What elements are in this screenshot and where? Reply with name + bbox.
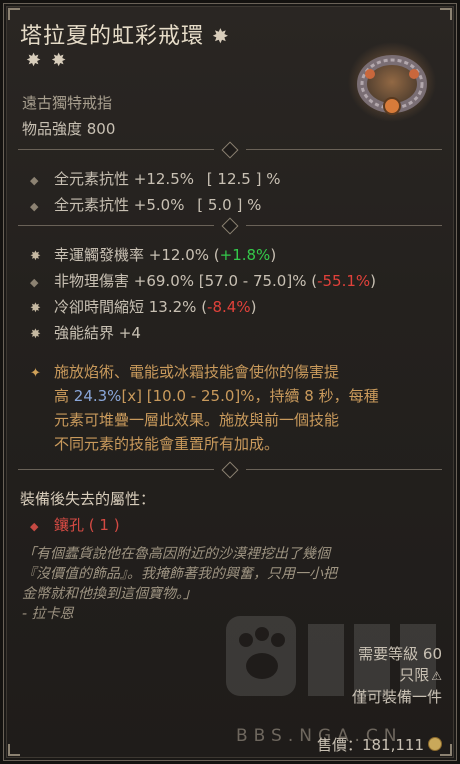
affix-delta-open: ( xyxy=(209,246,220,264)
implicit-stat-row: ◆ 全元素抗性 +12.5% [ 12.5 ] % xyxy=(30,168,280,189)
implicit-range: [ 12.5 ] % xyxy=(206,170,281,188)
frame-corner xyxy=(8,744,20,756)
level-requirement: 需要等級 60 xyxy=(358,645,442,663)
section-divider xyxy=(18,461,442,479)
affix-delta-close: ) xyxy=(250,298,257,316)
lost-stat-text: 鑲孔 ( 1 ) xyxy=(54,516,120,534)
aspect-text: 高 xyxy=(54,387,74,405)
section-divider xyxy=(18,141,442,159)
aspect-line: 施放焰術、電能或冰霜技能會使你的傷害提 xyxy=(54,363,340,381)
aspect-text: [x] [10.0 - 25.0]%，持續 8 秒，每種 xyxy=(121,387,379,405)
unique-aspect: ✦ 施放焰術、電能或冰霜技能會使你的傷害提 高 24.3%[x] [10.0 -… xyxy=(30,360,442,456)
stat-bullet-icon: ◆ xyxy=(30,520,39,533)
flavor-line: 金幣就和他換到這個寶物。」 xyxy=(22,586,197,602)
affix-stat-row: ✸ 冷卻時間縮短 13.2% (-8.4%) xyxy=(30,296,256,317)
account-bound-text: 只限 xyxy=(399,666,430,684)
aspect-value: 24.3% xyxy=(73,387,122,405)
affix-stat-row: ✸ 幸運觸發機率 +12.0% (+1.8%) xyxy=(30,244,276,265)
section-divider xyxy=(18,217,442,235)
item-type: 遠古獨特戒指 xyxy=(22,94,113,112)
aspect-line: 不同元素的技能會重置所有加成。 xyxy=(54,435,280,453)
frame-corner xyxy=(440,8,452,20)
affix-stat-row: ◆ 非物理傷害 +69.0% [57.0 - 75.0]% (-55.1%) xyxy=(30,270,376,291)
rarity-star-icon: ✸ xyxy=(212,24,230,48)
sell-price: 售價：181,111 xyxy=(317,734,442,755)
rarity-star-icon: ✸ xyxy=(26,50,52,71)
implicit-stat-row: ◆ 全元素抗性 +5.0% [ 5.0 ] % xyxy=(30,194,261,215)
stat-star-icon: ✸ xyxy=(30,301,41,316)
affix-stat-row: ✸ 強能結界 +4 xyxy=(30,322,141,343)
frame-corner xyxy=(8,8,20,20)
rarity-star-icon: ✸ xyxy=(51,50,77,71)
unique-equipped: 僅可裝備一件 xyxy=(351,688,442,706)
flavor-line: 「有個蠹貨說他在魯高因附近的沙漠裡挖出了幾個 xyxy=(22,546,330,562)
sell-price-text: 售價：181,111 xyxy=(316,736,424,754)
stat-bullet-icon: ◆ xyxy=(30,276,39,289)
aspect-line: 高 24.3%[x] [10.0 - 25.0]%，持續 8 秒，每種 xyxy=(54,384,442,408)
affix-delta-close: ) xyxy=(270,246,277,264)
requirements: 需要等級 60 只限 ⚠ 僅可裝備一件 xyxy=(352,644,442,708)
item-tooltip: 塔拉夏的虹彩戒環 ✸ ✸✸ 遠古獨特戒指 物品強度 800 ◆ 全元素抗性 +12.… xyxy=(3,3,457,761)
stat-bullet-icon: ◆ xyxy=(30,200,39,213)
implicit-range: [ 5.0 ] % xyxy=(197,196,262,214)
item-name: 塔拉夏的虹彩戒環 ✸ xyxy=(20,18,230,50)
stat-star-icon: ✸ xyxy=(30,327,41,342)
affix-delta-open: ( xyxy=(196,298,208,316)
implicit-text: 全元素抗性 +12.5% xyxy=(54,170,194,188)
affix-delta-close: ) xyxy=(370,272,377,290)
affix-delta: -55.1% xyxy=(317,272,371,290)
aspect-star-icon: ✦ xyxy=(30,366,41,381)
stat-bullet-icon: ◆ xyxy=(30,174,39,187)
affix-text: 冷卻時間縮短 13.2% xyxy=(54,298,197,316)
gold-coin-icon xyxy=(428,737,442,751)
account-bound: 只限 ⚠ xyxy=(352,665,442,687)
flavor-line: 『沒價值的飾品』。我掩飾著我的興奮，只用一小把 xyxy=(22,566,337,582)
item-name-text: 塔拉夏的虹彩戒環 xyxy=(20,24,205,49)
affix-delta-open: ( xyxy=(306,272,318,290)
stat-star-icon: ✸ xyxy=(30,249,41,264)
lost-stat-row: ◆ 鑲孔 ( 1 ) xyxy=(30,514,120,535)
affix-delta: -8.4% xyxy=(207,298,251,316)
affix-text: 強能結界 +4 xyxy=(54,324,141,342)
item-power: 物品強度 800 xyxy=(22,120,116,138)
affix-text: 非物理傷害 +69.0% [57.0 - 75.0]% xyxy=(54,272,307,290)
implicit-text: 全元素抗性 +5.0% xyxy=(54,196,185,214)
ring-item-icon xyxy=(348,42,436,122)
affix-delta: +1.8% xyxy=(219,246,271,264)
account-bound-icon: ⚠ xyxy=(431,669,442,683)
aspect-line: 元素可堆疊一層此效果。施放與前一個技能 xyxy=(54,411,340,429)
affix-text: 幸運觸發機率 +12.0% xyxy=(54,246,209,264)
lost-stats-heading: 裝備後失去的屬性： xyxy=(20,490,156,508)
rarity-stars: ✸✸ xyxy=(26,50,76,71)
